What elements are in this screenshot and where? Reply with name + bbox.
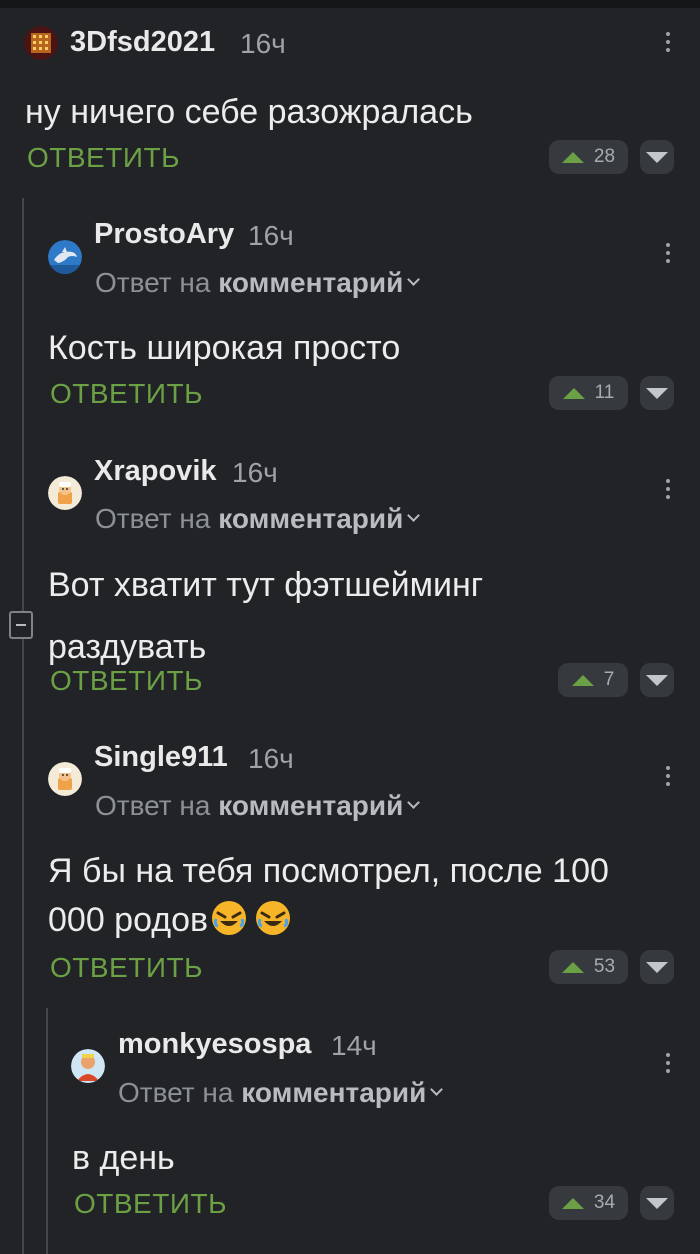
person-avatar-icon[interactable] bbox=[71, 1049, 105, 1083]
downvote-button[interactable] bbox=[640, 376, 674, 410]
comment-text: Вот хватит тут фэтшейминг раздувать bbox=[48, 566, 484, 666]
downvote-icon bbox=[646, 151, 668, 163]
comment-author[interactable]: Single911 bbox=[94, 741, 228, 774]
top-bar bbox=[0, 0, 700, 8]
more-options-icon[interactable] bbox=[665, 479, 671, 503]
reply-button[interactable]: ОТВЕТИТЬ bbox=[50, 952, 203, 984]
chevron-down-icon bbox=[430, 1083, 444, 1096]
downvote-icon bbox=[646, 1197, 668, 1209]
more-options-icon[interactable] bbox=[665, 766, 671, 790]
dolphin-avatar-icon[interactable] bbox=[48, 240, 82, 274]
cartoon-avatar-icon[interactable] bbox=[48, 476, 82, 510]
upvote-icon bbox=[571, 674, 594, 686]
rating-count: 53 bbox=[593, 956, 616, 977]
more-options-icon[interactable] bbox=[665, 243, 671, 267]
comment-text: ну ничего себе разожралась bbox=[25, 93, 473, 131]
comment-text: в день bbox=[72, 1139, 175, 1177]
comment-time: 16ч bbox=[240, 28, 286, 59]
upvote-button[interactable]: 34 bbox=[549, 1186, 628, 1220]
comment-author[interactable]: 3Dfsd2021 bbox=[70, 26, 215, 59]
comment-author[interactable]: ProstoAry bbox=[94, 218, 234, 251]
comment-text: Я бы на тебя посмотрел, после 100 000 ро… bbox=[48, 852, 609, 939]
reply-to-link[interactable]: Ответ на комментарий bbox=[95, 503, 421, 535]
thread-line-level-2[interactable] bbox=[46, 1008, 48, 1254]
thread-line-level-1[interactable] bbox=[22, 198, 24, 1254]
chevron-down-icon bbox=[407, 273, 421, 286]
grid-avatar-icon[interactable] bbox=[24, 26, 58, 60]
comment-time: 16ч bbox=[248, 743, 294, 774]
upvote-button[interactable]: 53 bbox=[549, 950, 628, 984]
comment-author[interactable]: Xrapovik bbox=[94, 455, 217, 488]
downvote-button[interactable] bbox=[640, 663, 674, 697]
upvote-button[interactable]: 7 bbox=[558, 663, 628, 697]
downvote-button[interactable] bbox=[640, 950, 674, 984]
upvote-icon bbox=[562, 387, 585, 399]
reply-button[interactable]: ОТВЕТИТЬ bbox=[50, 665, 203, 697]
upvote-button[interactable]: 11 bbox=[549, 376, 628, 410]
comment-time: 14ч bbox=[331, 1030, 377, 1061]
rating-count: 34 bbox=[593, 1192, 616, 1213]
upvote-icon bbox=[561, 151, 584, 163]
downvote-icon bbox=[646, 961, 668, 973]
downvote-button[interactable] bbox=[640, 140, 674, 174]
rating-count: 11 bbox=[594, 382, 615, 403]
comment-text: Кость широкая просто bbox=[48, 329, 401, 367]
cartoon-avatar-icon[interactable] bbox=[48, 762, 82, 796]
reply-button[interactable]: ОТВЕТИТЬ bbox=[74, 1188, 227, 1220]
chevron-down-icon bbox=[407, 796, 421, 809]
reply-to-link[interactable]: Ответ на комментарий bbox=[95, 267, 421, 299]
collapse-thread-button[interactable] bbox=[9, 611, 33, 639]
reply-to-link[interactable]: Ответ на комментарий bbox=[95, 790, 421, 822]
rolling-laughing-emoji-icon bbox=[212, 901, 247, 935]
reply-button[interactable]: ОТВЕТИТЬ bbox=[50, 378, 203, 410]
more-options-icon[interactable] bbox=[665, 32, 671, 56]
more-options-icon[interactable] bbox=[665, 1053, 671, 1077]
downvote-icon bbox=[646, 387, 668, 399]
reply-button[interactable]: ОТВЕТИТЬ bbox=[27, 142, 180, 174]
reply-to-link[interactable]: Ответ на комментарий bbox=[118, 1077, 444, 1109]
rating-count: 7 bbox=[603, 669, 615, 690]
downvote-icon bbox=[646, 674, 668, 686]
comment-time: 16ч bbox=[232, 457, 278, 488]
upvote-icon bbox=[561, 961, 584, 973]
upvote-icon bbox=[561, 1197, 584, 1209]
comment-author[interactable]: monkyesospa bbox=[118, 1028, 311, 1061]
downvote-button[interactable] bbox=[640, 1186, 674, 1220]
rolling-laughing-emoji-icon bbox=[256, 901, 291, 935]
rating-count: 28 bbox=[593, 146, 616, 167]
chevron-down-icon bbox=[407, 509, 421, 522]
upvote-button[interactable]: 28 bbox=[549, 140, 628, 174]
comment-time: 16ч bbox=[248, 220, 294, 251]
